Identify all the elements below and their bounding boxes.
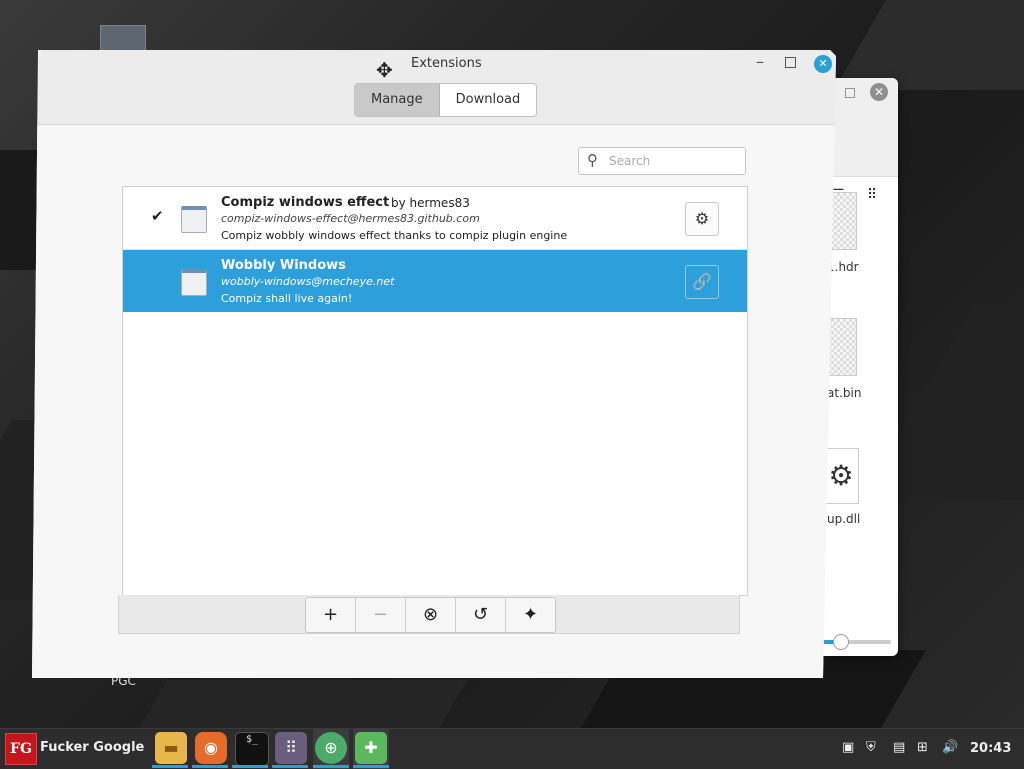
taskbar: FG Fucker Google ▬ ◉ $_ ⠿ ⊕ ✚ ▣ ⛨ ▤ ⊞ 🔊 … xyxy=(0,728,1024,769)
firefox-launcher[interactable]: ◉ xyxy=(195,732,227,764)
file-label[interactable]: up.dll xyxy=(827,512,860,526)
maximize-icon[interactable] xyxy=(845,88,855,98)
more-button[interactable]: ✦ xyxy=(506,598,555,632)
search-box[interactable]: ⚲ xyxy=(578,147,746,175)
extension-name: Compiz windows effect xyxy=(221,195,390,210)
menu-label[interactable]: Fucker Google xyxy=(40,740,144,755)
extensions-launcher[interactable]: ✚ xyxy=(355,732,387,764)
dialog-body: ⚲ ✔ Compiz windows effect by hermes83 co… xyxy=(32,125,836,678)
extension-author: by hermes83 xyxy=(391,196,470,210)
close-icon[interactable]: ✕ xyxy=(814,55,832,73)
tab-bar: Manage Download xyxy=(354,83,538,117)
grid-view-icon[interactable]: ⠿ xyxy=(867,187,877,203)
dialog-header: ✥ Extensions – ✕ Manage Download xyxy=(38,50,836,125)
tab-manage[interactable]: Manage xyxy=(355,84,440,116)
uninstall-button[interactable]: ⊗ xyxy=(406,598,456,632)
file-label[interactable]: at.bin xyxy=(827,386,861,400)
list-toolbar: + − ⊗ ↺ ✦ xyxy=(118,595,740,634)
extensions-dialog: ✥ Extensions – ✕ Manage Download ⚲ ✔ Com… xyxy=(32,50,836,678)
tab-download[interactable]: Download xyxy=(440,84,537,116)
extension-row[interactable]: ✔ Compiz windows effect by hermes83 comp… xyxy=(123,187,747,250)
network-icon[interactable]: ⊞ xyxy=(917,740,928,755)
shield-icon[interactable]: ⛨ xyxy=(866,740,876,755)
extension-name: Wobbly Windows xyxy=(221,258,346,273)
gear-file-icon[interactable]: ⚙ xyxy=(823,448,859,504)
remove-button[interactable]: − xyxy=(356,598,406,632)
zoom-slider[interactable] xyxy=(823,634,891,650)
notes-icon[interactable]: ▣ xyxy=(842,740,854,755)
extension-description: Compiz shall live again! xyxy=(221,292,353,305)
app-grid-launcher[interactable]: ⠿ xyxy=(275,732,307,764)
files-launcher[interactable]: ▬ xyxy=(155,732,187,764)
dialog-title: Extensions xyxy=(411,56,482,71)
terminal-launcher[interactable]: $_ xyxy=(235,732,269,766)
extension-row-selected[interactable]: Wobbly Windows wobbly-windows@mecheye.ne… xyxy=(123,250,747,312)
file-thumbnail[interactable] xyxy=(827,318,857,376)
gear-icon: ⚙ xyxy=(694,209,710,228)
file-manager-window[interactable]: ✕ ☰ ⠿ 1.hdr at.bin ⚙ up.dll xyxy=(823,78,898,656)
add-button[interactable]: + xyxy=(306,598,356,632)
close-icon[interactable]: ✕ xyxy=(870,83,888,101)
minimize-icon[interactable]: – xyxy=(756,52,764,71)
menu-logo[interactable]: FG xyxy=(5,733,37,765)
extensions-list: ✔ Compiz windows effect by hermes83 comp… xyxy=(122,186,748,596)
link-icon: 🔗 xyxy=(692,272,712,291)
configure-button[interactable]: ⚙ xyxy=(685,202,719,236)
search-input[interactable] xyxy=(607,151,741,171)
extension-description: Compiz wobbly windows effect thanks to c… xyxy=(221,229,568,242)
web-launcher[interactable]: ⊕ xyxy=(315,732,347,764)
toolbar-button-group: + − ⊗ ↺ ✦ xyxy=(305,597,556,633)
window-icon xyxy=(181,206,207,233)
search-icon: ⚲ xyxy=(587,151,598,169)
volume-icon[interactable]: 🔊 xyxy=(942,740,958,755)
window-icon xyxy=(181,269,207,296)
link-button[interactable]: 🔗 xyxy=(685,265,719,299)
clock[interactable]: 20:43 xyxy=(970,741,1011,756)
move-icon[interactable]: ✥ xyxy=(376,58,393,82)
file-label[interactable]: 1.hdr xyxy=(827,260,859,274)
enabled-check-icon: ✔ xyxy=(151,207,164,225)
restore-button[interactable]: ↺ xyxy=(456,598,506,632)
extension-uuid: wobbly-windows@mecheye.net xyxy=(221,275,395,288)
zoom-slider-handle[interactable] xyxy=(833,634,849,650)
clipboard-icon[interactable]: ▤ xyxy=(893,740,905,755)
extension-uuid: compiz-windows-effect@hermes83.github.co… xyxy=(221,212,480,225)
maximize-icon[interactable] xyxy=(785,57,796,68)
